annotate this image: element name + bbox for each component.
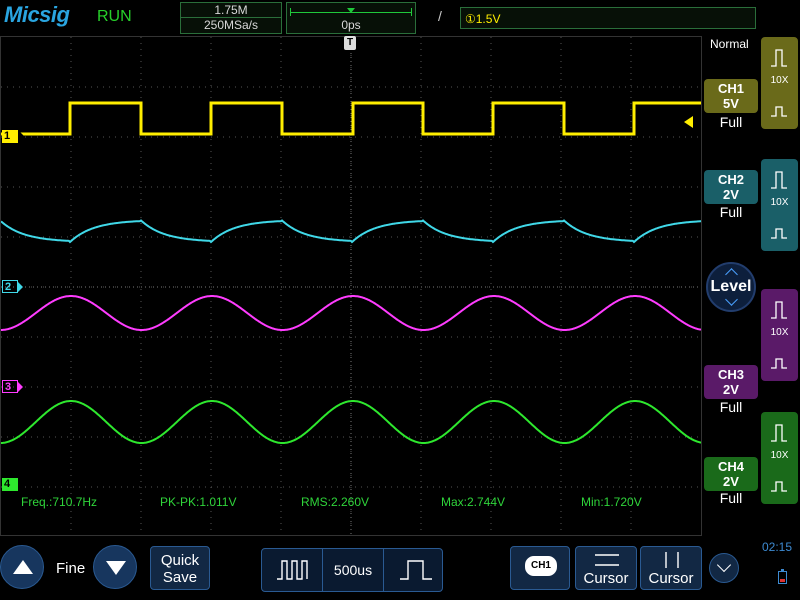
trigger-position-marker — [347, 8, 355, 13]
ch2-label[interactable]: CH2 2V — [704, 170, 758, 204]
ch2-probe-tile[interactable]: 10X — [761, 159, 798, 251]
time-offset-control[interactable]: 0ps — [286, 2, 416, 34]
down-chevron-icon — [725, 293, 738, 306]
up-arrow-icon — [13, 560, 33, 574]
trigger-time-marker[interactable]: T — [344, 36, 356, 50]
fine-label: Fine — [56, 560, 86, 577]
channel-select-button[interactable]: CH1 — [510, 546, 570, 590]
ch1-bandwidth: Full — [719, 114, 743, 130]
measure-frequency: Freq.:710.7Hz — [21, 495, 98, 509]
ch4-scale: 2V — [723, 474, 739, 489]
timebase-control[interactable]: 500us — [261, 548, 443, 592]
ch4-probe-ratio: 10X — [770, 450, 789, 461]
ch2-bandwidth: Full — [719, 204, 743, 220]
pulse-icon — [771, 228, 787, 239]
ch1-label[interactable]: CH1 5V — [704, 79, 758, 113]
ch1-name: CH1 — [717, 81, 744, 96]
ch3-probe-tile[interactable]: 10X — [761, 289, 798, 381]
timebase-divider — [383, 549, 384, 591]
ch2-marker-label: 2 — [5, 281, 12, 293]
ch3-scale: 2V — [723, 382, 739, 397]
time-offset-value: 0ps — [341, 18, 361, 32]
measure-pkpk: PK-PK:1.011V — [160, 495, 237, 509]
ch4-name: CH4 — [717, 459, 744, 474]
top-bar: Micsig RUN 1.75M 250MSa/s 0ps / ①1.5V — [0, 0, 800, 36]
pulse-icon — [771, 481, 787, 492]
ch1-marker-label: 1 — [4, 130, 11, 142]
measure-max: Max:2.744V — [441, 495, 506, 509]
measure-rms: RMS:2.260V — [301, 495, 370, 509]
timebase-decrease-icon[interactable] — [276, 559, 310, 581]
ch2-offset-marker[interactable]: 2 — [2, 280, 23, 293]
quick-save-line2: Save — [162, 569, 198, 586]
down-arrow-icon — [106, 561, 126, 575]
ch3-marker-label: 3 — [5, 381, 12, 393]
level-knob[interactable]: Level — [706, 262, 756, 312]
ch2-probe-ratio: 10X — [770, 197, 789, 208]
ch1-probe-tile[interactable]: 10X — [761, 37, 798, 129]
cursor-b-label: Cursor — [648, 570, 694, 587]
ch4-offset-marker[interactable]: 4 — [2, 478, 24, 491]
quick-save-button[interactable]: Quick Save — [150, 546, 210, 590]
pulse-icon — [771, 301, 787, 319]
window-end-tick — [411, 8, 412, 16]
vertical-cursor-icon — [665, 552, 679, 568]
run-state[interactable]: RUN — [97, 8, 132, 26]
window-start-tick — [290, 8, 291, 16]
pulse-icon — [771, 424, 787, 442]
rising-edge-icon[interactable]: / — [438, 8, 442, 24]
ch1-offset-marker[interactable]: 1 — [2, 130, 24, 143]
trigger-level-arrow[interactable] — [684, 116, 693, 128]
ch1-scale: 5V — [723, 96, 739, 111]
ch2-name: CH2 — [717, 172, 744, 187]
waveform-canvas — [1, 37, 701, 535]
ch4-marker-label: 4 — [4, 478, 11, 490]
ch4-bandwidth: Full — [719, 490, 743, 506]
waveform-display[interactable] — [0, 36, 702, 536]
chevron-down-icon — [716, 557, 732, 573]
ch4-probe-tile[interactable]: 10X — [761, 412, 798, 504]
clock: 02:15 — [762, 540, 793, 554]
ch1-probe-ratio: 10X — [770, 75, 789, 86]
fine-up-button[interactable] — [0, 545, 44, 589]
quick-save-line1: Quick — [160, 552, 200, 569]
trigger-level-display[interactable]: ①1.5V — [460, 7, 756, 29]
pulse-icon — [771, 171, 787, 189]
ch4-label[interactable]: CH4 2V — [704, 457, 758, 491]
ch3-label[interactable]: CH3 2V — [704, 365, 758, 399]
battery-icon — [778, 569, 787, 584]
ch-badge: CH1 — [525, 556, 557, 576]
acquire-mode[interactable]: Normal — [710, 37, 749, 51]
measure-min: Min:1.720V — [581, 495, 642, 509]
ch2-scale: 2V — [723, 187, 739, 202]
sample-rate[interactable]: 250MSa/s — [180, 17, 282, 34]
timebase-value: 500us — [333, 562, 373, 578]
ch3-offset-marker[interactable]: 3 — [2, 380, 23, 393]
brand-logo: Micsig — [4, 2, 70, 27]
pulse-icon — [771, 49, 787, 67]
cursor-a-label: Cursor — [583, 570, 629, 587]
fine-down-button[interactable] — [93, 545, 137, 589]
pulse-icon — [771, 358, 787, 369]
pulse-icon — [771, 106, 787, 117]
cursor-horizontal-button[interactable]: Cursor — [575, 546, 637, 590]
ch3-probe-ratio: 10X — [770, 327, 789, 338]
ch3-name: CH3 — [717, 367, 744, 382]
timebase-increase-icon[interactable] — [399, 559, 433, 581]
horizontal-cursor-icon — [595, 554, 619, 566]
expand-menu-button[interactable] — [709, 553, 739, 583]
cursor-vertical-button[interactable]: Cursor — [640, 546, 702, 590]
ch3-bandwidth: Full — [719, 399, 743, 415]
